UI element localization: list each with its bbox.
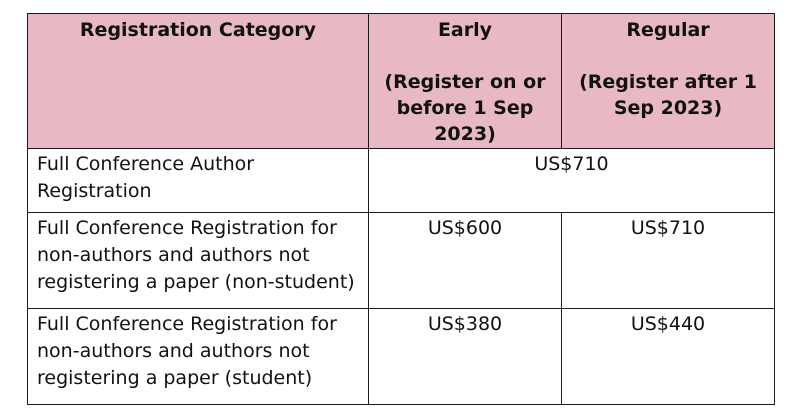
- registration-fee-table: Registration Category Early (Register on…: [27, 13, 775, 405]
- row-early-price: US$600: [368, 212, 562, 309]
- table-row: Full Conference Author Registration US$7…: [27, 148, 775, 213]
- row-price-merged: US$710: [368, 148, 775, 213]
- header-regular-note: (Register after 1 Sep 2023): [579, 71, 757, 119]
- table-row: Full Conference Registration for non-aut…: [27, 308, 775, 405]
- row-category: Full Conference Author Registration: [27, 148, 369, 213]
- header-early: Early (Register on or before 1 Sep 2023): [368, 13, 562, 149]
- header-row: Registration Category Early (Register on…: [27, 13, 775, 149]
- header-early-label: Early: [437, 19, 493, 41]
- row-regular-price: US$710: [561, 212, 775, 309]
- row-category: Full Conference Registration for non-aut…: [27, 308, 369, 405]
- header-regular: Regular (Register after 1 Sep 2023): [561, 13, 775, 149]
- row-category: Full Conference Registration for non-aut…: [27, 212, 369, 309]
- header-registration-category: Registration Category: [27, 13, 369, 149]
- header-category-label: Registration Category: [79, 19, 317, 41]
- row-regular-price: US$440: [561, 308, 775, 405]
- table-row: Full Conference Registration for non-aut…: [27, 212, 775, 309]
- header-regular-label: Regular: [626, 19, 710, 41]
- header-early-note: (Register on or before 1 Sep 2023): [384, 71, 546, 145]
- row-early-price: US$380: [368, 308, 562, 405]
